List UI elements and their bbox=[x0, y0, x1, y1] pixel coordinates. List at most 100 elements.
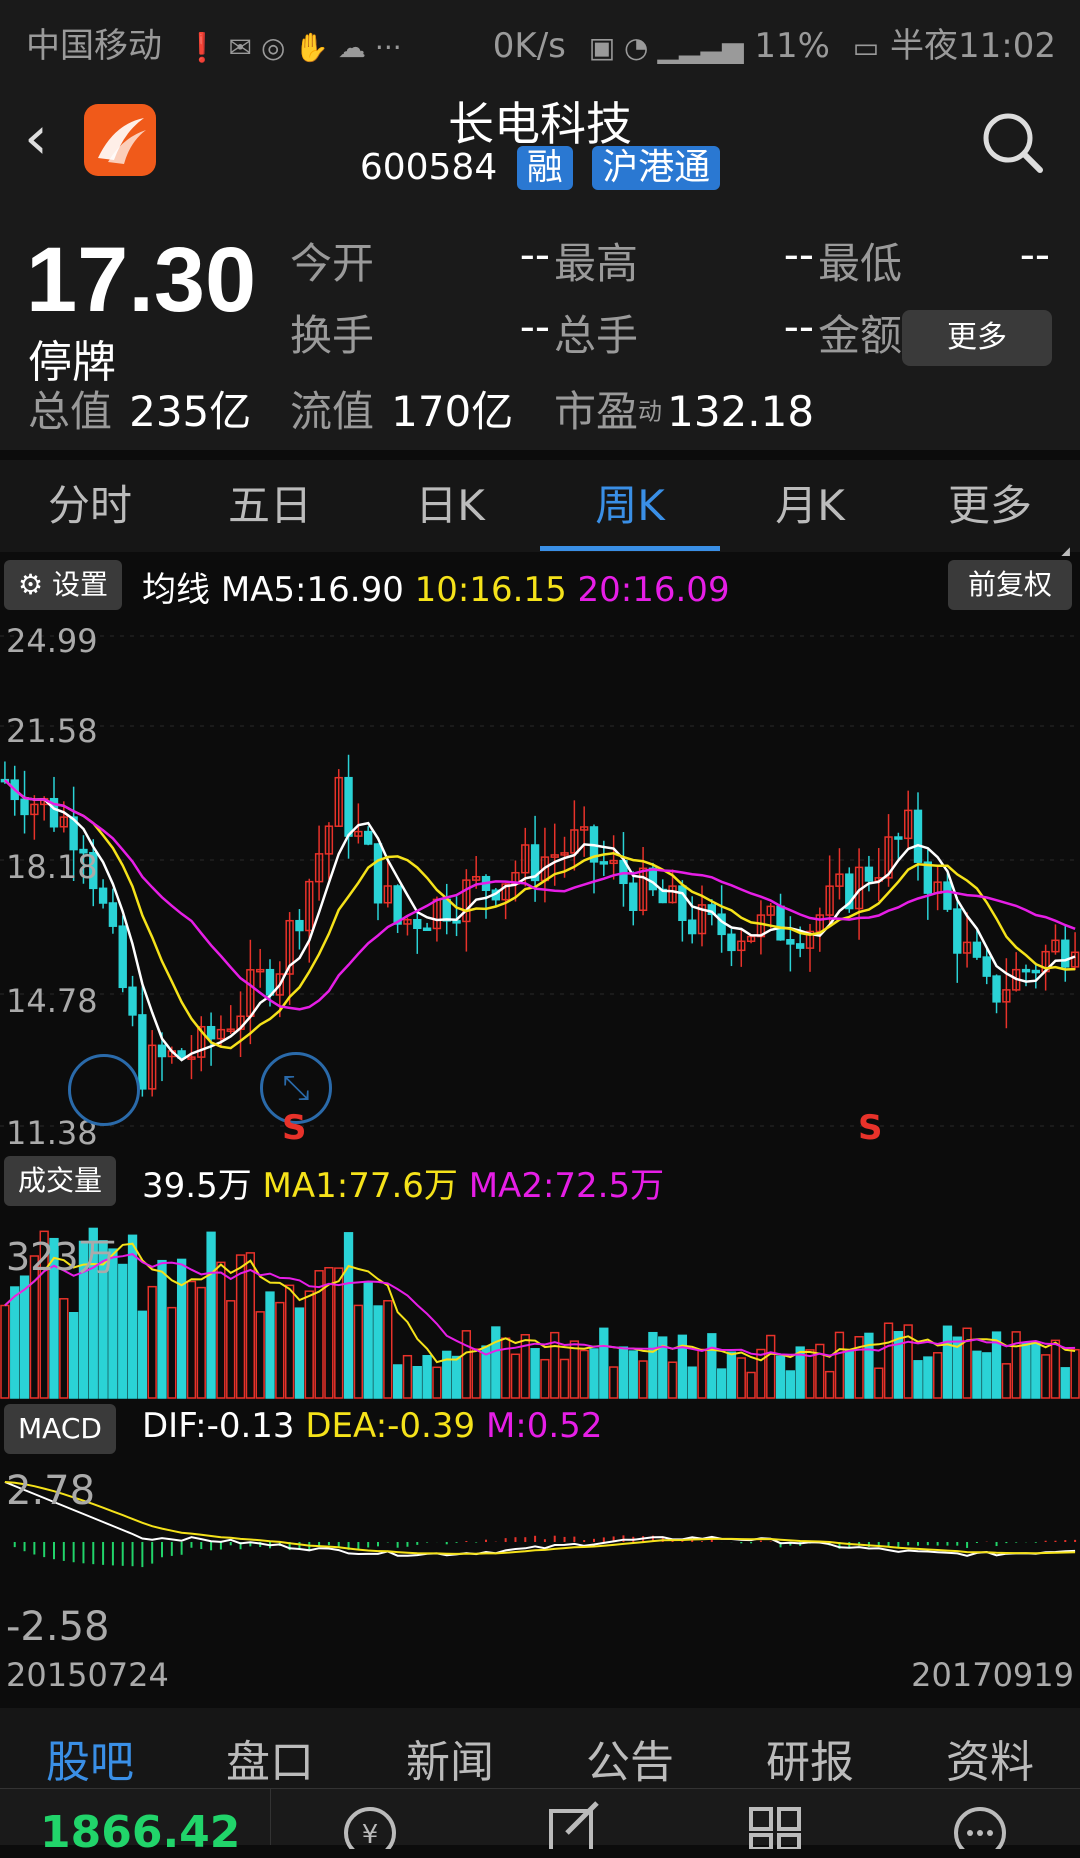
trade-yuan-icon[interactable]: ¥ bbox=[340, 1799, 400, 1849]
volume-bar bbox=[363, 1282, 373, 1399]
candle-body bbox=[413, 919, 422, 930]
tab-weekly-k[interactable]: 周K bbox=[540, 460, 720, 552]
volume-bar bbox=[687, 1366, 697, 1399]
volume-bar bbox=[10, 1286, 20, 1399]
candle-body bbox=[943, 881, 952, 910]
candle-body bbox=[157, 1044, 167, 1058]
macd-y-label: -2.58 bbox=[6, 1604, 110, 1650]
tab-monthly-k[interactable]: 月K bbox=[720, 460, 900, 552]
volume-bar bbox=[353, 1304, 364, 1399]
volume-bar bbox=[864, 1332, 874, 1399]
zoom-out-icon[interactable] bbox=[68, 1054, 140, 1126]
tab-more[interactable]: 更多 ◢ bbox=[900, 460, 1080, 564]
macd-chart[interactable] bbox=[0, 1460, 1080, 1646]
tab-intraday[interactable]: 分时 bbox=[0, 460, 180, 552]
grid-menu-icon[interactable] bbox=[745, 1799, 805, 1849]
candle-body bbox=[894, 836, 903, 840]
ma10-value: 10:16.15 bbox=[414, 570, 567, 610]
volume-bar bbox=[196, 1286, 206, 1399]
volume-label: 总手 bbox=[554, 311, 639, 360]
candle-body bbox=[727, 933, 736, 952]
volume-bar bbox=[1031, 1341, 1041, 1399]
candle-body bbox=[923, 861, 933, 894]
volume-bar bbox=[383, 1300, 393, 1399]
candle-body bbox=[118, 925, 127, 989]
volume-bar bbox=[883, 1322, 894, 1399]
volume-bar bbox=[265, 1291, 275, 1399]
volume-bar bbox=[716, 1368, 727, 1399]
volume-bar bbox=[491, 1326, 501, 1399]
candle-body bbox=[795, 943, 805, 949]
carrier-name: 中国移动 bbox=[26, 26, 162, 66]
more-button[interactable]: 更多 bbox=[902, 310, 1052, 366]
volume-bar bbox=[412, 1366, 422, 1399]
index-value[interactable]: 1866.42 bbox=[40, 1807, 240, 1858]
volume-bar bbox=[756, 1348, 766, 1399]
kline-chart[interactable] bbox=[0, 614, 1080, 1150]
pe-sup: 动 bbox=[638, 397, 663, 426]
adjust-price-button[interactable]: 前复权 bbox=[947, 560, 1072, 610]
volume-bar bbox=[147, 1285, 157, 1399]
candle-body bbox=[1021, 968, 1031, 973]
high-cell: 最高 -- bbox=[554, 230, 814, 290]
volume-bar bbox=[1050, 1339, 1061, 1399]
volume-bar bbox=[1011, 1331, 1021, 1399]
low-value: -- bbox=[1019, 230, 1050, 279]
high-value: -- bbox=[783, 230, 814, 279]
volume-chart[interactable] bbox=[0, 1212, 1080, 1400]
volume-bar bbox=[206, 1231, 216, 1399]
macd-button[interactable]: MACD bbox=[4, 1404, 116, 1454]
macd-line bbox=[4, 1481, 1076, 1557]
candle-body bbox=[422, 927, 432, 932]
candle-body bbox=[206, 1025, 216, 1040]
volume-bar bbox=[766, 1334, 776, 1399]
volume-bar bbox=[530, 1348, 540, 1399]
more-dots-icon[interactable] bbox=[950, 1799, 1010, 1849]
volume-bar bbox=[834, 1331, 845, 1399]
candle-body bbox=[373, 843, 383, 904]
volume-bar bbox=[844, 1349, 854, 1399]
tab-announcements[interactable]: 公告 bbox=[540, 1708, 720, 1788]
volume-bar bbox=[697, 1348, 707, 1399]
candle-body bbox=[599, 861, 609, 865]
volume-button[interactable]: 成交量 bbox=[4, 1156, 117, 1206]
clock: 半夜11:02 bbox=[890, 26, 1056, 66]
candle-body bbox=[972, 941, 982, 958]
quote-panel: 17.30 停牌 今开-- 最高-- 最低-- 换手-- 总手-- 金额-- 总… bbox=[0, 200, 1080, 450]
volume-bar bbox=[334, 1267, 344, 1399]
candle-body bbox=[265, 968, 275, 996]
volume-values: 39.5万 MA1:77.6万 MA2:72.5万 bbox=[142, 1158, 664, 1207]
stock-name: 长电科技 bbox=[448, 97, 632, 151]
volume-bar bbox=[569, 1340, 580, 1399]
status-bar: 中国移动 ❗ ✉ ◎ ✋ ☁ ··· 0K/s ▣ ◔ ▁▂▃▅ 11% ▭ 半… bbox=[0, 0, 1080, 80]
low-cell: 最低 -- bbox=[818, 230, 1050, 290]
candle-body bbox=[363, 830, 373, 845]
volume-bar bbox=[638, 1360, 648, 1399]
tab-forum[interactable]: 股吧 bbox=[0, 1708, 180, 1788]
connect-tag: 沪港通 bbox=[592, 146, 721, 190]
tab-profile[interactable]: 资料 bbox=[900, 1708, 1080, 1788]
volume-bar bbox=[667, 1361, 678, 1399]
tab-research[interactable]: 研报 bbox=[720, 1708, 900, 1788]
tab-order-book[interactable]: 盘口 bbox=[180, 1708, 360, 1788]
volume-bar bbox=[736, 1357, 746, 1399]
edit-icon[interactable] bbox=[545, 1799, 605, 1849]
volume-bar bbox=[226, 1300, 236, 1399]
volume-bar bbox=[68, 1311, 79, 1399]
candle-body bbox=[20, 798, 29, 816]
volume-bar bbox=[608, 1366, 619, 1399]
tab-five-day[interactable]: 五日 bbox=[180, 460, 360, 552]
search-icon[interactable] bbox=[980, 110, 1044, 174]
tab-daily-k[interactable]: 日K bbox=[360, 460, 540, 552]
volume-bar bbox=[432, 1366, 442, 1399]
volume-bar bbox=[127, 1234, 138, 1399]
open-value: -- bbox=[519, 230, 550, 279]
volume-bar bbox=[785, 1370, 796, 1399]
volume-bar bbox=[176, 1258, 187, 1399]
volume-bar bbox=[275, 1301, 285, 1399]
macd-values: DIF:-0.13 DEA:-0.39 M:0.52 bbox=[142, 1406, 602, 1446]
last-price: 17.30 bbox=[26, 229, 257, 331]
tab-news[interactable]: 新闻 bbox=[360, 1708, 540, 1788]
settings-button[interactable]: ⚙ 设置 bbox=[4, 560, 123, 610]
volume-bar bbox=[579, 1349, 589, 1399]
